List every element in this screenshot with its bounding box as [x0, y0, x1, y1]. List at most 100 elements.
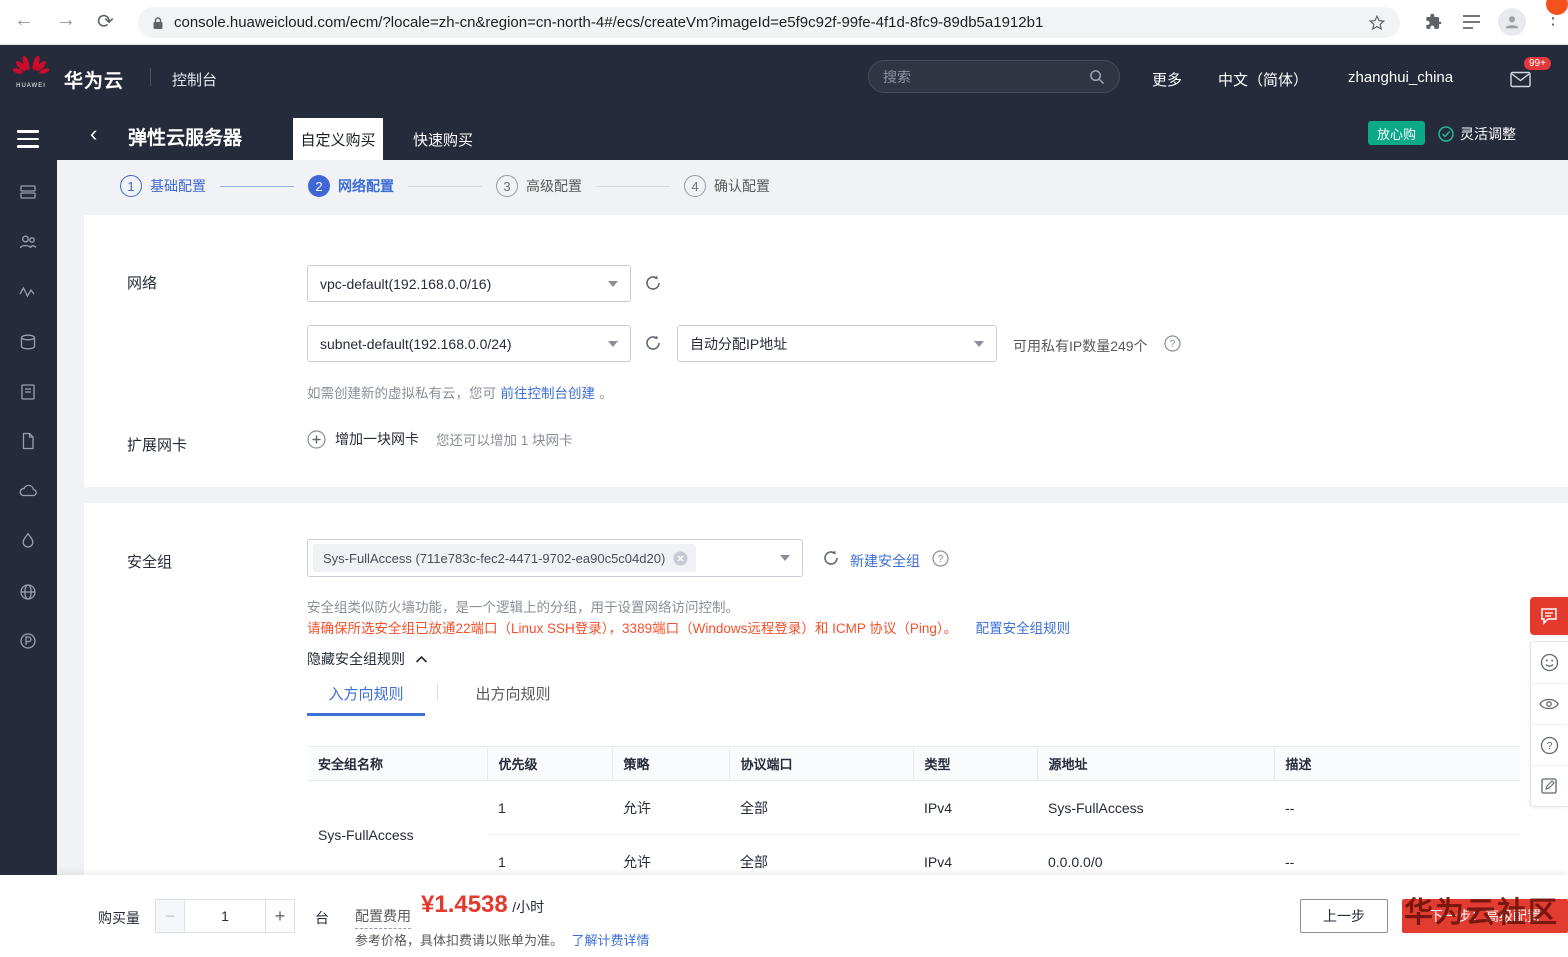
- reading-list-icon[interactable]: [1462, 14, 1481, 31]
- tab-quick-purchase[interactable]: 快速购买: [398, 118, 488, 160]
- search-icon: [1090, 69, 1105, 84]
- quantity-minus-button[interactable]: −: [155, 899, 185, 933]
- service-float-panel: ?: [1530, 641, 1568, 807]
- quantity-input[interactable]: [185, 899, 265, 933]
- bookmark-star-icon[interactable]: [1368, 14, 1386, 32]
- ip-available-text: 可用私有IP数量249个: [1013, 338, 1148, 354]
- policy-cell: 允许: [612, 834, 729, 875]
- smiley-feedback-button[interactable]: [1531, 642, 1567, 683]
- chevron-up-icon: [415, 655, 428, 663]
- sidebar-server-icon[interactable]: [18, 382, 38, 402]
- console-search[interactable]: 搜索: [868, 60, 1120, 93]
- hide-rules-toggle[interactable]: 隐藏安全组规则: [307, 649, 428, 669]
- type-cell: IPv4: [913, 780, 1037, 835]
- browser-reload-icon[interactable]: ⟳: [97, 9, 114, 34]
- new-security-group-link[interactable]: 新建安全组: [850, 551, 920, 571]
- col-description: 描述: [1273, 746, 1520, 781]
- feedback-chat-button[interactable]: [1530, 597, 1568, 635]
- next-step-button[interactable]: 下一步：高级配置: [1402, 899, 1568, 933]
- goto-console-link[interactable]: 前往控制台创建: [500, 386, 595, 401]
- sidebar-document-icon[interactable]: [18, 431, 38, 451]
- add-nic-hint: 您还可以增加 1 块网卡: [436, 433, 573, 448]
- sidebar-ecs-service-icon[interactable]: [18, 182, 38, 202]
- subnet-refresh-icon[interactable]: [644, 334, 662, 355]
- browser-forward-icon[interactable]: →: [56, 9, 76, 32]
- config-sg-rules-link[interactable]: 配置安全组规则: [976, 621, 1071, 636]
- assurance-badge[interactable]: 放心购: [1368, 121, 1426, 145]
- sidebar-parking-icon[interactable]: [18, 631, 38, 651]
- security-group-tag-text: Sys-FullAccess (711e783c-fec2-4471-9702-…: [323, 550, 666, 566]
- sg-help-icon[interactable]: ?: [932, 550, 949, 567]
- step-connector: [596, 185, 670, 187]
- step-basic-config[interactable]: 1 基础配置: [120, 175, 206, 197]
- brand-title[interactable]: 华为云: [64, 66, 124, 93]
- survey-edit-icon: [1541, 778, 1557, 794]
- service-watch-button[interactable]: [1531, 683, 1567, 724]
- console-top-nav: HUAWEI 华为云 控制台 搜索 更多 中文（简体） zhanghui_chi…: [0, 45, 1568, 108]
- sidebar-cloud-service-icon[interactable]: [18, 481, 38, 501]
- menu-icon[interactable]: [17, 130, 39, 153]
- help-button[interactable]: ?: [1531, 724, 1567, 765]
- feedback-chat-icon: [1541, 608, 1557, 625]
- huawei-logo[interactable]: HUAWEI: [11, 54, 51, 89]
- sidebar-global-network-icon[interactable]: [18, 582, 38, 602]
- ip-help-icon[interactable]: ?: [1164, 335, 1181, 352]
- step-connector: [220, 185, 294, 187]
- source-link-cell[interactable]: Sys-FullAccess: [1037, 780, 1274, 835]
- back-chevron-icon[interactable]: ‹: [90, 121, 97, 147]
- quantity-plus-button[interactable]: +: [265, 899, 295, 933]
- sidebar-account-icon[interactable]: [18, 232, 38, 252]
- profile-avatar[interactable]: [1498, 8, 1526, 36]
- url-bar[interactable]: console.huaweicloud.com/ecm/?locale=zh-c…: [138, 7, 1400, 38]
- sidebar-evaluation-icon[interactable]: [18, 531, 38, 551]
- mail-icon[interactable]: [1510, 71, 1531, 88]
- chevron-down-icon: [780, 555, 790, 561]
- billing-detail-link[interactable]: 了解计费详情: [571, 933, 649, 948]
- step-network-config[interactable]: 2 网络配置: [308, 175, 394, 197]
- add-circle-icon[interactable]: [307, 429, 326, 449]
- chevron-down-icon: [608, 340, 618, 347]
- tab-custom-purchase[interactable]: 自定义购买: [293, 118, 383, 160]
- previous-step-button[interactable]: 上一步: [1300, 899, 1388, 933]
- protocol-cell: 全部: [729, 834, 913, 875]
- price-row: ¥1.4538 /小时: [421, 891, 544, 919]
- ip-mode-select[interactable]: 自动分配IP地址: [677, 325, 997, 362]
- step-indicator: 1 基础配置 2 网络配置 3 高级配置 4 确认配置: [120, 174, 770, 198]
- price-note: 参考价格，具体扣费请以账单为准。: [355, 933, 564, 948]
- add-nic-button[interactable]: 增加一块网卡: [335, 429, 419, 449]
- tab-inbound-rules[interactable]: 入方向规则: [307, 683, 425, 716]
- sidebar-storage-icon[interactable]: [18, 332, 38, 352]
- purchase-footer: 购买量 − + 台 配置费用 ¥1.4538 /小时 参考价格，具体扣费请以账单…: [0, 875, 1568, 957]
- sg-refresh-icon[interactable]: [822, 549, 840, 570]
- security-group-card: 安全组 Sys-FullAccess (711e783c-fec2-4471-9…: [84, 503, 1568, 875]
- vpc-select[interactable]: vpc-default(192.168.0.0/16): [307, 265, 631, 302]
- sg-warning-row: 请确保所选安全组已放通22端口（Linux SSH登录），3389端口（Wind…: [307, 617, 1070, 638]
- tab-outbound-rules[interactable]: 出方向规则: [468, 683, 558, 704]
- tag-close-icon[interactable]: [673, 551, 688, 566]
- security-group-label: 安全组: [127, 554, 173, 571]
- source-cell: 0.0.0.0/0: [1037, 834, 1274, 875]
- survey-button[interactable]: [1531, 765, 1567, 806]
- price-unit: /小时: [512, 899, 545, 915]
- step-confirm-config: 4 确认配置: [684, 175, 770, 197]
- nav-username[interactable]: zhanghui_china: [1348, 69, 1453, 86]
- step-label: 基础配置: [150, 178, 206, 194]
- security-group-select[interactable]: Sys-FullAccess (711e783c-fec2-4471-9702-…: [307, 539, 803, 577]
- nav-language[interactable]: 中文（简体）: [1218, 69, 1308, 90]
- vpc-refresh-icon[interactable]: [644, 274, 662, 295]
- mail-count-badge: 99+: [1524, 57, 1551, 70]
- vpc-hint-prefix: 如需创建新的虚拟私有云，您可: [307, 386, 496, 401]
- page-title: 弹性云服务器: [128, 128, 243, 149]
- browser-back-icon[interactable]: ←: [14, 9, 34, 32]
- subnet-select[interactable]: subnet-default(192.168.0.0/24): [307, 325, 631, 362]
- console-link[interactable]: 控制台: [172, 69, 217, 90]
- network-label: 网络: [127, 275, 158, 292]
- sidebar-monitor-icon[interactable]: [18, 282, 38, 302]
- tab-divider: [437, 683, 438, 701]
- type-cell: IPv4: [913, 834, 1037, 875]
- extensions-puzzle-icon[interactable]: [1424, 13, 1443, 32]
- col-sg-name: 安全组名称: [307, 746, 487, 781]
- step-advanced-config: 3 高级配置: [496, 175, 582, 197]
- nav-more[interactable]: 更多: [1152, 69, 1182, 90]
- flexible-adjust-badge[interactable]: 灵活调整: [1438, 124, 1516, 144]
